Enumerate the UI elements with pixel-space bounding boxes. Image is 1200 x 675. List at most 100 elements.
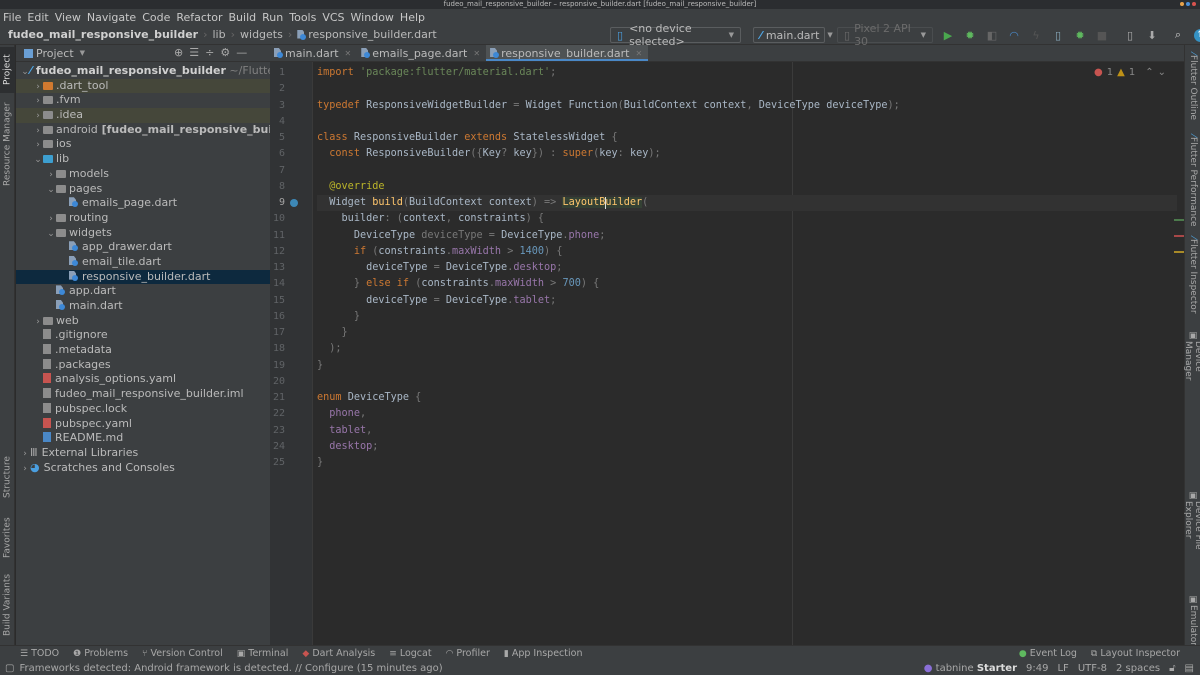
tree-item[interactable]: pubspec.yaml (16, 417, 270, 432)
tree-item[interactable]: analysis_options.yaml (16, 372, 270, 387)
breadcrumb-lib[interactable]: lib (213, 28, 226, 41)
chevron-right-icon[interactable]: › (33, 109, 43, 123)
code-line[interactable]: if (constraints.maxWidth > 1400) { (317, 244, 1177, 260)
tree-item[interactable]: › ◕ Scratches and Consoles (16, 461, 270, 476)
tree-item[interactable]: main.dart (16, 299, 270, 314)
code-line[interactable]: } (317, 455, 1177, 471)
tree-item[interactable]: pubspec.lock (16, 402, 270, 417)
code-line[interactable] (317, 163, 1177, 179)
tree-item[interactable]: › ios (16, 137, 270, 152)
line-number-gutter[interactable]: 1 2 3 4 5 6 7 8 9 10 11 12 13 14 15 16 17 18 19 20 21 22 23 24 2… (270, 62, 313, 645)
tree-item[interactable]: › .idea (16, 108, 270, 123)
search-icon[interactable]: ⌕ (1169, 27, 1187, 43)
tree-item[interactable]: › models (16, 167, 270, 182)
menu-window[interactable]: Window (351, 11, 394, 24)
tree-item[interactable]: › .fvm (16, 93, 270, 108)
tool-window-flutter-inspector[interactable]: ⁄ Flutter Inspector (1185, 237, 1200, 317)
close-button[interactable] (1192, 2, 1196, 6)
locate-file-icon[interactable]: ⊕ (174, 46, 183, 59)
stripe-mark-error[interactable] (1174, 235, 1184, 237)
tree-item[interactable]: email_tile.dart (16, 255, 270, 270)
breadcrumb-project[interactable]: fudeo_mail_responsive_builder (8, 28, 198, 41)
chevron-right-icon[interactable]: › (46, 212, 56, 226)
tool-window-device-manager[interactable]: ▣ Device Manager (1183, 331, 1200, 406)
tree-item[interactable]: ⌄ widgets (16, 226, 270, 241)
tree-item[interactable]: ⌄ lib (16, 152, 270, 167)
tool-window-flutter-performance[interactable]: ⁄ Flutter Performance (1185, 135, 1200, 227)
code-line[interactable]: Widget build(BuildContext context) => La… (317, 195, 1177, 212)
chevron-right-icon[interactable]: › (33, 315, 43, 329)
override-gutter-icon[interactable] (290, 199, 298, 207)
breadcrumb-widgets[interactable]: widgets (240, 28, 283, 41)
tab-main-dart[interactable]: main.dart ✕ (270, 45, 357, 61)
line-number[interactable]: 8 (279, 181, 285, 192)
update-icon[interactable]: ↑ (1191, 27, 1200, 43)
tool-window-flutter-outline[interactable]: ⁄ Flutter Outline (1185, 53, 1200, 123)
tree-item[interactable]: ⌄ pages (16, 182, 270, 197)
chevron-down-icon[interactable]: ⌄ (46, 183, 56, 197)
expand-all-icon[interactable]: ☰ (189, 46, 199, 59)
code-line[interactable]: phone, (317, 406, 1177, 422)
tabnine-widget[interactable]: ● tabnine Starter (924, 663, 1017, 674)
line-number[interactable]: 12 (273, 246, 285, 257)
tree-item[interactable]: › routing (16, 211, 270, 226)
tree-item[interactable]: responsive_builder.dart (16, 269, 270, 285)
collapse-all-icon[interactable]: ÷ (205, 46, 214, 59)
tree-item[interactable]: ⌄⁄ fudeo_mail_responsive_builder ~/Flutte… (16, 64, 270, 79)
breadcrumb-file[interactable]: responsive_builder.dart (308, 28, 436, 41)
code-line[interactable] (317, 114, 1177, 130)
tree-item[interactable]: README.md (16, 431, 270, 446)
line-number[interactable]: 19 (273, 360, 285, 371)
line-number[interactable]: 15 (273, 295, 285, 306)
tool-window-todo[interactable]: ☰ TODO (20, 648, 59, 659)
code-line[interactable]: typedef ResponsiveWidgetBuilder = Widget… (317, 98, 1177, 114)
next-highlight-icon[interactable]: ⌄ (1158, 67, 1166, 78)
line-number[interactable]: 1 (279, 67, 285, 78)
line-number[interactable]: 14 (273, 278, 285, 289)
attach-debugger-icon[interactable]: ✹ (1071, 27, 1089, 43)
line-number[interactable]: 3 (279, 100, 285, 111)
code-line[interactable]: builder: (context, constraints) { (317, 211, 1177, 227)
cursor-position[interactable]: 9:49 (1026, 663, 1048, 674)
tree-item[interactable]: emails_page.dart (16, 196, 270, 211)
code-line[interactable]: } else if (constraints.maxWidth > 700) { (317, 276, 1177, 292)
tree-item[interactable]: › android [fudeo_mail_responsive_builder_… (16, 123, 270, 138)
line-number[interactable]: 6 (279, 148, 285, 159)
tool-window-profiler[interactable]: ◠ Profiler (446, 648, 490, 659)
tool-window-build-variants[interactable]: Build Variants (0, 570, 15, 640)
tree-item[interactable]: app_drawer.dart (16, 240, 270, 255)
code-line[interactable] (317, 81, 1177, 97)
tool-window-terminal[interactable]: ▣ Terminal (237, 648, 289, 659)
code-line[interactable]: desktop; (317, 439, 1177, 455)
line-number[interactable]: 25 (273, 457, 285, 468)
menu-refactor[interactable]: Refactor (176, 11, 222, 24)
close-tab-icon[interactable]: ✕ (345, 49, 352, 58)
chevron-down-icon[interactable]: ▼ (80, 49, 85, 57)
line-number[interactable]: 11 (273, 230, 285, 241)
line-number[interactable]: 21 (273, 392, 285, 403)
code-line[interactable]: enum DeviceType { (317, 390, 1177, 406)
hide-panel-icon[interactable]: — (236, 46, 247, 59)
profile-icon[interactable]: ◠ (1005, 27, 1023, 43)
tree-item[interactable]: › Ⅲ External Libraries (16, 446, 270, 461)
tool-window-dart-analysis[interactable]: ◆ Dart Analysis (302, 648, 375, 659)
tool-window-structure[interactable]: Structure (0, 450, 15, 505)
tree-item[interactable]: fudeo_mail_responsive_builder.iml (16, 387, 270, 402)
menu-edit[interactable]: Edit (27, 11, 48, 24)
chevron-right-icon[interactable]: › (33, 138, 43, 152)
stop-icon[interactable]: ■ (1093, 27, 1111, 43)
inspection-widget[interactable]: ● 1 ▲ 1 ⌃ ⌄ (1094, 67, 1166, 78)
tool-window-event-log[interactable]: ● Event Log (1019, 648, 1077, 659)
close-tab-icon[interactable]: ✕ (635, 49, 642, 58)
run-config-selector[interactable]: ⁄ main.dart ▼ (753, 27, 833, 43)
previous-highlight-icon[interactable]: ⌃ (1145, 67, 1153, 78)
code-line[interactable]: import 'package:flutter/material.dart'; (317, 65, 1177, 81)
lock-icon[interactable]: 🔓︎ (1169, 663, 1175, 674)
chevron-right-icon[interactable]: › (33, 124, 43, 138)
code-line[interactable]: } (317, 309, 1177, 325)
tab-responsive-builder-dart[interactable]: responsive_builder.dart ✕ (486, 45, 649, 61)
code-line[interactable]: @override (317, 179, 1177, 195)
sdk-manager-icon[interactable]: ⬇ (1143, 27, 1161, 43)
menu-file[interactable]: File (3, 11, 21, 24)
tree-item[interactable]: › web (16, 314, 270, 329)
